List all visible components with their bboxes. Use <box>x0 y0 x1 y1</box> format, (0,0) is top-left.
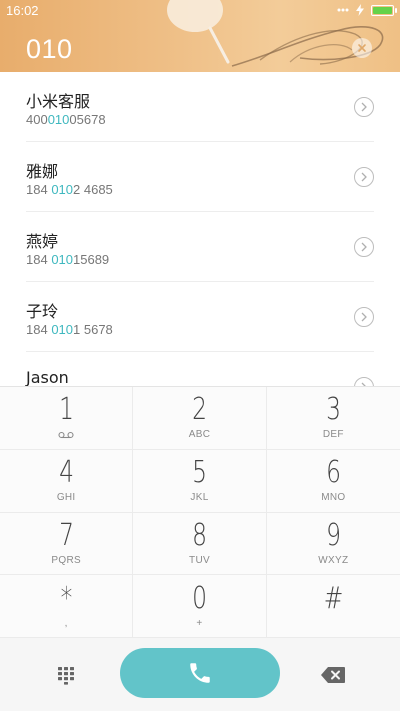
key-digit: # <box>323 580 344 616</box>
key-letters: GHI <box>56 492 76 504</box>
contact-number: 184 01015689 <box>26 252 109 267</box>
contact-detail-button[interactable] <box>354 377 374 386</box>
number-suffix: 1 5678 <box>73 322 113 337</box>
phone-icon <box>190 663 210 683</box>
key-digit: 7 <box>58 517 74 553</box>
dialer-action-bar <box>0 638 400 711</box>
key-7[interactable]: 7 PQRS <box>0 512 134 576</box>
contact-detail-button[interactable] <box>354 307 374 327</box>
number-match: 010 <box>47 112 70 127</box>
backspace-button[interactable] <box>320 666 346 684</box>
number-prefix: 184 <box>26 252 52 267</box>
dialpad-grid-icon <box>58 667 74 685</box>
dialpad-toggle-button[interactable] <box>56 665 76 685</box>
contact-name: 燕婷 <box>26 232 59 251</box>
key-letters: , <box>64 617 68 629</box>
contact-detail-button[interactable] <box>354 237 374 257</box>
key-letters: DEF <box>322 429 344 441</box>
contact-row[interactable]: 小米客服 40001005678 <box>26 72 374 142</box>
call-button[interactable] <box>120 648 280 698</box>
key-digit: 5 <box>192 455 207 491</box>
number-prefix: 184 <box>26 322 52 337</box>
key-letters: WXYZ <box>318 554 349 566</box>
status-time: 16:02 <box>6 3 39 18</box>
contact-name: 小米客服 <box>26 92 91 111</box>
contact-name: 子玲 <box>26 302 59 321</box>
key-6[interactable]: 6 MNO <box>266 450 400 513</box>
number-suffix: 2 4685 <box>73 182 113 197</box>
charging-icon <box>356 4 364 16</box>
key-9[interactable]: 9 WXYZ <box>266 513 400 576</box>
key-star[interactable]: * , <box>0 575 134 638</box>
key-digit: 4 <box>58 455 74 491</box>
key-5[interactable]: 5 JKL <box>133 449 267 513</box>
key-3[interactable]: 3 DEF <box>266 387 400 450</box>
key-0[interactable]: 0 + <box>133 575 267 638</box>
key-digit: 2 <box>192 392 207 428</box>
contact-number: 184 0102 4685 <box>26 182 113 197</box>
key-digit: 0 <box>192 580 207 616</box>
contact-name: Jason <box>26 368 69 386</box>
contact-number: 184 0101 5678 <box>26 322 113 337</box>
key-letters: PQRS <box>51 554 81 566</box>
backspace-icon <box>321 667 345 683</box>
key-digit: 8 <box>192 517 207 553</box>
close-icon <box>358 44 366 52</box>
number-prefix: 400 <box>26 112 48 127</box>
key-8[interactable]: 8 TUV <box>133 512 267 576</box>
key-letters: TUV <box>189 554 210 566</box>
contact-row[interactable]: 子玲 184 0101 5678 <box>26 282 374 352</box>
clear-input-button[interactable] <box>352 38 372 58</box>
key-4[interactable]: 4 GHI <box>0 449 134 513</box>
contact-results-list[interactable]: 小米客服 40001005678 雅娜 184 0102 4685 燕婷 184… <box>0 72 400 386</box>
contact-row[interactable]: 雅娜 184 0102 4685 <box>26 142 374 212</box>
dial-pad: 1 2 ABC 3 DEF 4 GHI 5 JKL 6 MNO 7 PQRS 8… <box>0 386 400 638</box>
battery-level <box>373 6 392 14</box>
chevron-right-icon <box>361 172 367 182</box>
key-digit: 3 <box>325 392 341 428</box>
battery-icon <box>371 4 397 16</box>
contact-row[interactable]: 燕婷 184 01015689 <box>26 212 374 282</box>
key-letters: JKL <box>190 492 209 504</box>
contact-row[interactable]: Jason <box>26 352 374 386</box>
contact-detail-button[interactable] <box>354 97 374 117</box>
chevron-right-icon <box>361 312 367 322</box>
chevron-right-icon <box>361 242 367 252</box>
status-icons <box>337 4 397 16</box>
key-letters: MNO <box>321 492 346 504</box>
number-match: 010 <box>51 252 74 267</box>
dialed-number-display[interactable]: 010 <box>26 34 73 65</box>
signal-dots-icon <box>337 8 349 12</box>
number-match: 010 <box>51 322 74 337</box>
contact-number: 40001005678 <box>26 112 106 127</box>
number-suffix: 05678 <box>69 112 106 127</box>
key-digit: 6 <box>325 455 341 491</box>
number-suffix: 15689 <box>73 252 110 267</box>
number-prefix: 184 <box>26 182 52 197</box>
status-bar: 16:02 <box>0 0 400 22</box>
key-letters: + <box>196 617 203 629</box>
key-hash[interactable]: # <box>266 575 400 638</box>
key-letters: ABC <box>188 429 211 441</box>
key-digit: * <box>60 580 73 616</box>
chevron-right-icon <box>361 102 367 112</box>
voicemail-icon <box>58 429 74 441</box>
contact-name: 雅娜 <box>26 162 59 181</box>
number-match: 010 <box>51 182 74 197</box>
key-digit: 1 <box>58 392 74 428</box>
contact-detail-button[interactable] <box>354 167 374 187</box>
key-digit: 9 <box>325 517 341 553</box>
dialer-header: 16:02 010 <box>0 0 400 72</box>
key-2[interactable]: 2 ABC <box>133 387 267 450</box>
key-1[interactable]: 1 <box>0 387 134 450</box>
